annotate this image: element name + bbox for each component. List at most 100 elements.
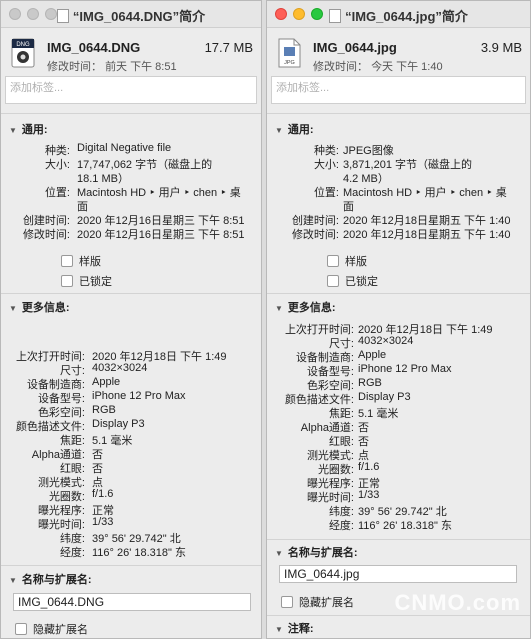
modified-label: 修改时间： — [47, 61, 102, 73]
more-value: Display P3 — [358, 391, 411, 403]
more-info-section-header[interactable]: ▼ 更多信息: — [9, 299, 70, 315]
modified-label: 修改时间： — [313, 61, 368, 73]
window-title-text: “IMG_0644.jpg”简介 — [345, 9, 468, 24]
general-label: 通用: — [287, 124, 314, 136]
locked-checkbox[interactable]: 已锁定 — [327, 273, 378, 289]
general-value: Macintosh HD ‣ 用户 ‣ chen ‣ 桌 — [77, 187, 241, 199]
more-value: 4032×3024 — [358, 335, 414, 347]
file-name: IMG_0644.jpg — [313, 40, 397, 55]
title-bar: “IMG_0644.jpg”简介 — [267, 1, 530, 28]
title-bar: “IMG_0644.DNG”简介 — [1, 1, 261, 28]
svg-text:DNG: DNG — [16, 42, 30, 48]
dng-file-icon: DNG — [11, 38, 35, 68]
more-info-section-header[interactable]: ▼ 更多信息: — [275, 299, 336, 315]
window-title-text: “IMG_0644.DNG”简介 — [72, 9, 206, 24]
general-key: 位置: — [44, 187, 70, 199]
file-icon — [329, 9, 342, 23]
svg-text:JPG: JPG — [284, 60, 295, 66]
more-value: Apple — [92, 376, 121, 388]
locked-checkbox[interactable]: 已锁定 — [61, 273, 112, 289]
jpg-file-icon: JPG — [278, 38, 301, 68]
more-value: 116° 26' 18.318" 东 — [358, 520, 452, 532]
stationery-checkbox[interactable]: 样版 — [327, 253, 367, 269]
chevron-down-icon: ▼ — [9, 576, 17, 585]
modified-summary: 修改时间： 前天 下午 8:51 — [47, 58, 177, 74]
name-extension-section-header[interactable]: ▼ 名称与扩展名: — [275, 544, 358, 560]
modified-value: 前天 下午 8:51 — [105, 61, 177, 73]
tags-input[interactable]: 添加标签... — [5, 76, 257, 104]
chevron-down-icon: ▼ — [9, 304, 17, 313]
general-value: Digital Negative file — [77, 142, 172, 154]
window-title: “IMG_0644.DNG”简介 — [1, 6, 261, 25]
stationery-label: 样版 — [345, 256, 367, 268]
hide-extension-label: 隐藏扩展名 — [33, 624, 88, 636]
checkbox-icon — [15, 623, 27, 635]
hide-extension-checkbox[interactable]: 隐藏扩展名 — [15, 621, 88, 637]
tags-placeholder: 添加标签... — [276, 82, 330, 94]
more-value: 1/33 — [358, 489, 380, 501]
general-key: 大小: — [44, 159, 70, 171]
file-name-field[interactable]: IMG_0644.jpg — [279, 565, 517, 583]
file-icon — [56, 9, 69, 23]
stationery-checkbox[interactable]: 样版 — [61, 253, 101, 269]
general-section-header[interactable]: ▼ 通用: — [9, 121, 48, 137]
general-key: 修改时间: — [22, 229, 70, 241]
general-value: 2020 年12月16日星期三 下午 8:51 — [77, 229, 245, 241]
hide-extension-label: 隐藏扩展名 — [299, 597, 354, 609]
checkbox-icon — [327, 275, 339, 287]
more-info-label: 更多信息: — [287, 302, 336, 314]
more-value: 1/33 — [92, 516, 114, 528]
general-value: Macintosh HD ‣ 用户 ‣ chen ‣ 桌 — [343, 187, 507, 199]
comments-section-header[interactable]: ▼ 注释: — [275, 620, 314, 636]
more-value: 116° 26' 18.318" 东 — [92, 547, 186, 559]
file-header: JPG IMG_0644.jpg 3.9 MB 修改时间： 今天 下午 1:40 — [267, 28, 530, 76]
info-window-jpg: “IMG_0644.jpg”简介 JPG IMG_0644.jpg 3.9 MB… — [266, 0, 531, 639]
general-key: 大小: — [313, 159, 339, 171]
tags-placeholder: 添加标签... — [10, 82, 64, 94]
more-key: 经度: — [59, 547, 85, 559]
more-value: RGB — [358, 377, 382, 389]
name-extension-label: 名称与扩展名: — [21, 574, 92, 586]
chevron-down-icon: ▼ — [275, 126, 283, 135]
chevron-down-icon: ▼ — [275, 549, 283, 558]
modified-summary: 修改时间： 今天 下午 1:40 — [313, 58, 443, 74]
general-value: 2020 年12月18日星期五 下午 1:40 — [343, 229, 511, 241]
general-key: 位置: — [313, 187, 339, 199]
general-section-header[interactable]: ▼ 通用: — [275, 121, 314, 137]
chevron-down-icon: ▼ — [275, 304, 283, 313]
more-key: 经度: — [328, 520, 354, 532]
more-info-label: 更多信息: — [21, 302, 70, 314]
more-value: f/1.6 — [92, 488, 114, 500]
checkbox-icon — [327, 255, 339, 267]
more-value: Apple — [358, 349, 387, 361]
checkbox-icon — [61, 275, 73, 287]
comments-label: 注释: — [287, 623, 314, 635]
watermark: CNMO.com — [394, 590, 521, 615]
file-header: DNG IMG_0644.DNG 17.7 MB 修改时间： 前天 下午 8:5… — [1, 28, 261, 76]
more-value: RGB — [92, 404, 116, 416]
general-key: 修改时间: — [291, 229, 339, 241]
stationery-label: 样版 — [79, 256, 101, 268]
more-value: iPhone 12 Pro Max — [358, 363, 452, 375]
more-value: 4032×3024 — [92, 362, 148, 374]
tags-input[interactable]: 添加标签... — [271, 76, 526, 104]
file-name-field[interactable]: IMG_0644.DNG — [13, 593, 251, 611]
more-value: iPhone 12 Pro Max — [92, 390, 186, 402]
more-value: Display P3 — [92, 418, 145, 430]
checkbox-icon — [281, 596, 293, 608]
more-value: f/1.6 — [358, 461, 380, 473]
file-name: IMG_0644.DNG — [47, 40, 141, 55]
chevron-down-icon: ▼ — [9, 126, 17, 135]
name-extension-section-header[interactable]: ▼ 名称与扩展名: — [9, 571, 92, 587]
locked-label: 已锁定 — [345, 276, 378, 288]
info-window-dng: “IMG_0644.DNG”简介 DNG IMG_0644.DNG 17.7 M… — [0, 0, 262, 639]
name-extension-label: 名称与扩展名: — [287, 547, 358, 559]
locked-label: 已锁定 — [79, 276, 112, 288]
file-size: 3.9 MB — [480, 40, 522, 55]
file-size: 17.7 MB — [204, 40, 253, 55]
general-label: 通用: — [21, 124, 48, 136]
modified-value: 今天 下午 1:40 — [371, 61, 443, 73]
hide-extension-checkbox[interactable]: 隐藏扩展名 — [281, 594, 354, 610]
checkbox-icon — [61, 255, 73, 267]
chevron-down-icon: ▼ — [275, 625, 283, 634]
